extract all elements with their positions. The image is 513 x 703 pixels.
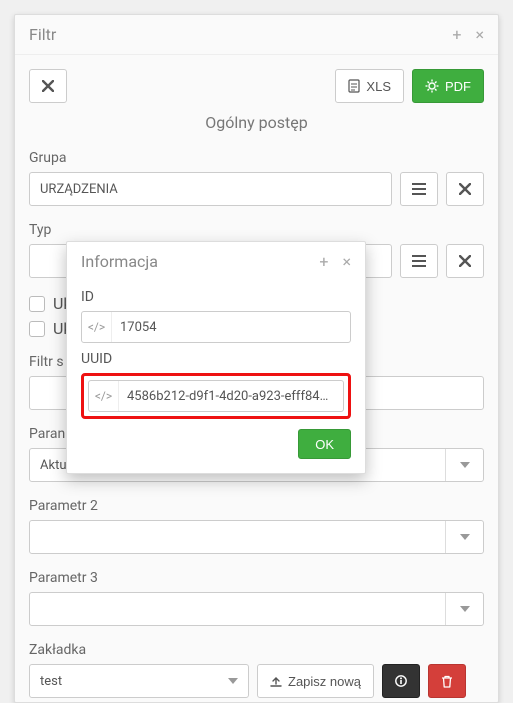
type-label: Typ <box>29 222 484 238</box>
checkbox-1[interactable] <box>29 296 45 312</box>
pdf-label: PDF <box>445 79 471 94</box>
x-icon <box>459 183 471 195</box>
save-new-button[interactable]: Zapisz nową <box>257 664 374 698</box>
filter-header: Filtr + × <box>15 15 498 55</box>
save-label: Zapisz nową <box>288 674 361 689</box>
tab-select[interactable]: test <box>29 664 249 698</box>
group-clear-button[interactable] <box>446 172 484 206</box>
id-label: ID <box>81 289 351 305</box>
info-icon <box>395 675 407 687</box>
type-clear-button[interactable] <box>446 244 484 278</box>
xls-export-button[interactable]: XLS <box>335 69 404 103</box>
info-modal-title: Informacja <box>81 252 319 271</box>
upload-icon <box>270 675 282 687</box>
param2-select[interactable] <box>29 520 484 554</box>
param3-label: Parametr 3 <box>29 570 484 586</box>
xls-label: XLS <box>366 79 391 94</box>
plus-icon[interactable]: + <box>452 25 461 44</box>
x-icon <box>42 80 54 92</box>
uuid-label: UUID <box>81 351 351 367</box>
chevron-down-icon <box>445 449 483 481</box>
chevron-down-icon <box>445 521 483 553</box>
delete-button[interactable] <box>428 664 466 698</box>
info-modal: Informacja + × ID </> 17054 UUID </> 458… <box>66 241 366 474</box>
info-button[interactable] <box>382 664 420 698</box>
close-icon[interactable]: × <box>475 25 484 44</box>
close-button[interactable] <box>29 69 67 103</box>
group-list-button[interactable] <box>400 172 438 206</box>
gear-icon <box>425 79 439 93</box>
tab-label: Zakładka <box>29 642 484 658</box>
list-icon <box>412 183 426 195</box>
info-modal-header: Informacja + × <box>67 242 365 277</box>
plus-icon[interactable]: + <box>319 252 328 271</box>
section-title: Ogólny postęp <box>29 113 484 132</box>
checkbox-2[interactable] <box>29 321 45 337</box>
code-icon: </> <box>89 381 119 411</box>
param3-select[interactable] <box>29 592 484 626</box>
group-label: Grupa <box>29 150 484 166</box>
list-icon <box>412 255 426 267</box>
uuid-field[interactable]: </> 4586b212-d9f1-4d20-a923-efff84434028 <box>88 380 344 412</box>
trash-icon <box>441 675 453 688</box>
type-list-button[interactable] <box>400 244 438 278</box>
uuid-value: 4586b212-d9f1-4d20-a923-efff84434028 <box>119 389 343 404</box>
x-icon <box>459 255 471 267</box>
param2-label: Parametr 2 <box>29 498 484 514</box>
file-icon <box>348 79 360 93</box>
uuid-highlight: </> 4586b212-d9f1-4d20-a923-efff84434028 <box>81 373 351 419</box>
filter-title: Filtr <box>29 25 452 44</box>
id-value: 17054 <box>112 320 350 335</box>
id-field[interactable]: </> 17054 <box>81 311 351 343</box>
close-icon[interactable]: × <box>342 252 351 271</box>
pdf-export-button[interactable]: PDF <box>412 69 484 103</box>
group-input[interactable]: URZĄDZENIA <box>29 172 392 206</box>
ok-button[interactable]: OK <box>298 429 351 459</box>
code-icon: </> <box>82 312 112 342</box>
chevron-down-icon <box>445 593 483 625</box>
